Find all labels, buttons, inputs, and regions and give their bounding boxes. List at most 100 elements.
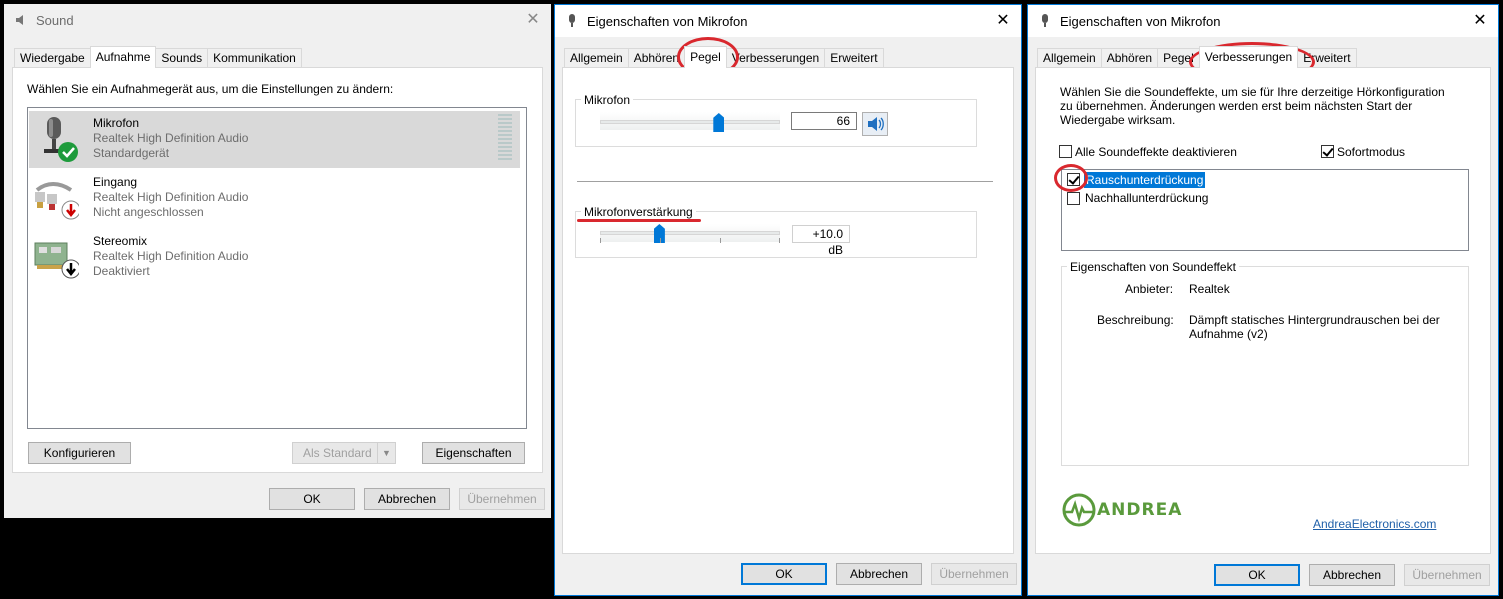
close-icon[interactable]: ✕ [1472,13,1488,29]
device-driver: Realtek High Definition Audio [93,249,249,263]
effects-list[interactable]: Rauschunterdrückung Nachhallunterdrückun… [1061,169,1469,251]
mic-properties-enhancements-window: Eigenschaften von Mikrofon ✕ Allgemein A… [1027,4,1499,596]
mic-properties-level-window: Eigenschaften von Mikrofon ✕ Allgemein A… [554,4,1022,596]
description-value: Aufnahme (v2) [1189,327,1268,341]
tab-sounds[interactable]: Sounds [155,48,209,68]
description-label: Beschreibung: [1097,313,1174,327]
device-item-eingang[interactable]: Eingang Realtek High Definition Audio Ni… [29,170,520,227]
tab-allgemein[interactable]: Allgemein [564,48,629,68]
andrea-logo: ANDREA [1061,492,1211,530]
tab-aufnahme[interactable]: Aufnahme [89,46,157,68]
effect-properties-label: Eigenschaften von Soundeffekt [1067,260,1239,274]
tab-pegel[interactable]: Pegel [684,46,727,68]
speaker-mute-button[interactable] [862,112,888,136]
effect-properties-group [1061,266,1469,466]
effect-checkbox[interactable] [1067,192,1080,205]
effect-label-selected[interactable]: Rauschunterdrückung [1084,172,1206,188]
immediate-mode-checkbox[interactable] [1321,145,1334,158]
mic-boost-value: +10.0 dB [792,225,850,257]
speaker-icon [868,117,884,131]
tab-panel: Wählen Sie die Soundeffekte, um sie für … [1035,67,1491,554]
sound-window: Sound ✕ Wiedergabe Aufnahme Sounds Kommu… [4,4,551,518]
window-title: Eigenschaften von Mikrofon [1060,13,1221,29]
andrea-link[interactable]: AndreaElectronics.com [1313,517,1436,531]
tab-panel: Wählen Sie ein Aufnahmegerät aus, um die… [12,67,543,473]
description-value: Dämpft statisches Hintergrundrauschen be… [1189,313,1440,327]
device-name: Mikrofon [93,116,140,130]
device-status: Nicht angeschlossen [93,205,204,219]
logo-text: ANDREA [1097,500,1183,520]
instruction-text: Wählen Sie ein Aufnahmegerät aus, um die… [27,82,394,96]
device-item-mikrofon[interactable]: Mikrofon Realtek High Definition Audio S… [29,111,520,168]
slider-tick [660,238,661,243]
tab-panel: Mikrofon 66 Mikrofonverstärkung +10.0 dB [562,67,1014,554]
slider-tick [720,238,721,243]
description-line: Wiedergabe wirksam. [1060,113,1176,127]
apply-button[interactable]: Übernehmen [931,563,1017,585]
tab-erweitert[interactable]: Erweitert [824,48,884,68]
window-title: Sound [36,12,74,28]
annotation-underline [577,219,701,222]
set-default-button[interactable]: Als Standard ▼ [292,442,396,464]
level-meter [498,114,512,160]
device-driver: Realtek High Definition Audio [93,131,249,145]
cancel-button[interactable]: Abbrechen [1309,564,1395,586]
andrea-logo-icon [1062,493,1096,527]
mic-level-slider[interactable] [600,120,780,124]
title-bar: Eigenschaften von Mikrofon ✕ [1028,5,1498,37]
speaker-icon [14,13,28,27]
device-list[interactable]: Mikrofon Realtek High Definition Audio S… [27,107,527,429]
mic-level-value[interactable]: 66 [791,112,857,130]
configure-button[interactable]: Konfigurieren [28,442,131,464]
apply-button[interactable]: Übernehmen [1404,564,1490,586]
tab-verbesserungen[interactable]: Verbesserungen [1198,46,1299,68]
device-status: Deaktiviert [93,264,150,278]
line-in-icon [33,176,81,220]
description-line: Wählen Sie die Soundeffekte, um sie für … [1060,85,1445,99]
tab-abhoeren[interactable]: Abhören [1100,48,1159,68]
cancel-button[interactable]: Abbrechen [364,488,450,510]
tab-allgemein[interactable]: Allgemein [1037,48,1102,68]
device-status: Standardgerät [93,146,170,160]
window-title: Eigenschaften von Mikrofon [587,13,748,29]
cancel-button[interactable]: Abbrechen [836,563,922,585]
slider-tick [779,238,780,243]
title-bar: Eigenschaften von Mikrofon ✕ [555,5,1021,37]
slider-tick [600,238,601,243]
tab-strip: Wiedergabe Aufnahme Sounds Kommunikation [14,46,302,68]
microphone-icon [1038,14,1052,28]
device-name: Eingang [93,175,138,189]
title-bar: Sound ✕ [4,4,551,36]
tab-kommunikation[interactable]: Kommunikation [207,48,302,68]
mic-boost-slider[interactable] [600,231,780,235]
disable-all-checkbox[interactable] [1059,145,1072,158]
device-name: Stereomix [93,234,148,248]
chevron-down-icon[interactable]: ▼ [377,443,395,463]
close-icon[interactable]: ✕ [525,12,541,28]
apply-button[interactable]: Übernehmen [459,488,545,510]
immediate-mode-label: Sofortmodus [1337,145,1406,159]
separator [577,181,993,182]
effect-label[interactable]: Nachhallunterdrückung [1085,191,1208,205]
provider-value: Realtek [1189,282,1230,296]
microphone-icon [39,115,81,162]
description-line: zu übernehmen. Änderungen werden erst be… [1060,99,1413,113]
close-icon[interactable]: ✕ [995,13,1011,29]
tab-verbesserungen[interactable]: Verbesserungen [725,48,826,68]
mic-boost-label: Mikrofonverstärkung [581,205,696,219]
tab-strip: Allgemein Abhören Pegel Verbesserungen E… [564,46,884,68]
tab-wiedergabe[interactable]: Wiedergabe [14,48,91,68]
ok-button[interactable]: OK [1214,564,1300,586]
device-item-stereomix[interactable]: Stereomix Realtek High Definition Audio … [29,229,520,286]
mic-level-label: Mikrofon [581,93,634,107]
annotation-circle [1054,164,1088,192]
ok-button[interactable]: OK [741,563,827,585]
device-driver: Realtek High Definition Audio [93,190,249,204]
microphone-icon [565,14,579,28]
ok-button[interactable]: OK [269,488,355,510]
disable-all-label: Alle Soundeffekte deaktivieren [1075,145,1237,159]
sound-card-icon [33,235,81,279]
provider-label: Anbieter: [1125,282,1174,296]
set-default-label: Als Standard [303,446,372,460]
properties-button[interactable]: Eigenschaften [422,442,525,464]
